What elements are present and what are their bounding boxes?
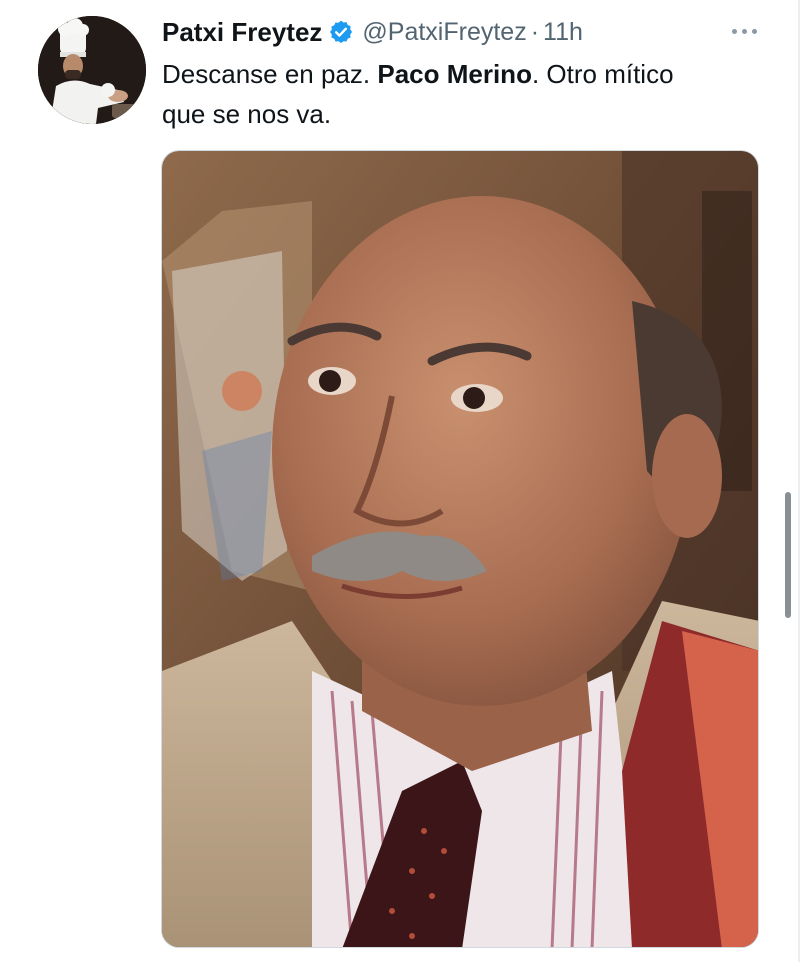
timestamp[interactable]: 11h <box>543 18 583 47</box>
portrait-image <box>162 151 758 947</box>
author-name[interactable]: Patxi Freytez <box>162 17 322 48</box>
avatar[interactable] <box>38 16 146 124</box>
tweet-text: Descanse en paz. Paco Merino. Otro mític… <box>162 54 702 134</box>
more-options-icon[interactable] <box>722 18 766 44</box>
author-handle[interactable]: @PatxiFreytez <box>362 18 526 47</box>
avatar-image <box>38 16 146 124</box>
tweet-text-part: Descanse en paz. <box>162 59 378 89</box>
tweet-photo[interactable] <box>161 150 759 948</box>
separator-dot: · <box>530 17 540 46</box>
scrollbar[interactable] <box>785 492 791 618</box>
tweet-header: Patxi Freytez @PatxiFreytez · 11h <box>162 12 583 52</box>
tweet-text-bold: Paco Merino <box>377 59 532 89</box>
tweet[interactable]: Patxi Freytez @PatxiFreytez · 11h Descan… <box>0 0 800 962</box>
verified-badge-icon <box>328 19 354 45</box>
